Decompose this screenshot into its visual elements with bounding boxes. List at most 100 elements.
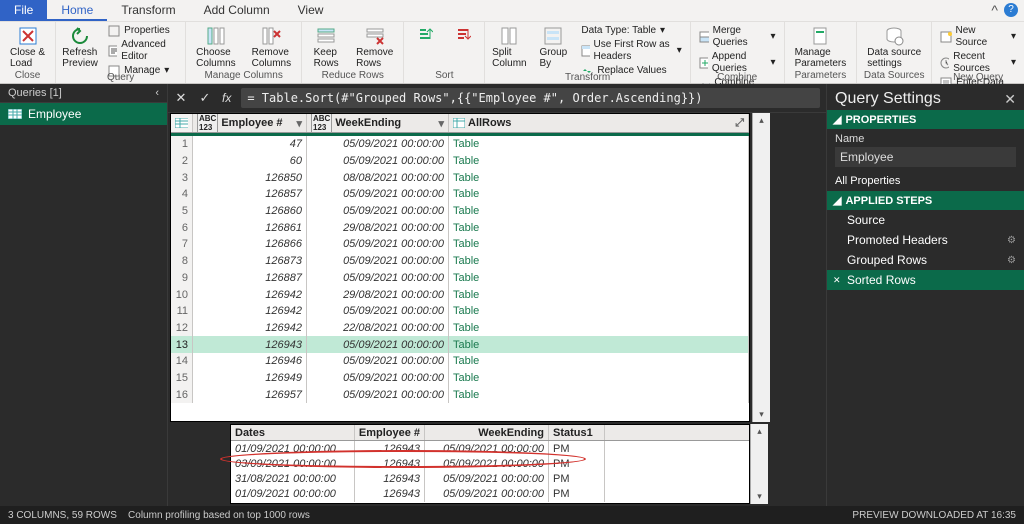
cell-weekending[interactable]: 05/09/2021 00:00:00 bbox=[307, 203, 449, 220]
table-row[interactable]: 712686605/09/2021 00:00:00Table bbox=[171, 236, 749, 253]
cell-employee[interactable]: 47 bbox=[193, 136, 307, 153]
cell-allrows[interactable]: Table bbox=[449, 286, 749, 303]
table-row[interactable]: 1512694905/09/2021 00:00:00Table bbox=[171, 370, 749, 387]
home-tab[interactable]: Home bbox=[47, 0, 107, 21]
cancel-formula-icon[interactable]: ✕ bbox=[174, 90, 188, 106]
cell-employee[interactable]: 126943 bbox=[193, 336, 307, 353]
cell-allrows[interactable]: Table bbox=[449, 153, 749, 170]
cell-weekending[interactable]: 05/09/2021 00:00:00 bbox=[307, 270, 449, 287]
queries-header[interactable]: Queries [1]‹ bbox=[0, 84, 167, 103]
table-row[interactable]: 31/08/2021 00:00:0012694305/09/2021 00:0… bbox=[231, 472, 749, 487]
cell-allrows[interactable]: Table bbox=[449, 169, 749, 186]
column-weekending[interactable]: ABC123WeekEnding▾ bbox=[307, 114, 449, 132]
cell-weekending[interactable]: 05/09/2021 00:00:00 bbox=[307, 370, 449, 387]
table-icon-header[interactable] bbox=[171, 114, 193, 132]
table-row[interactable]: 412685705/09/2021 00:00:00Table bbox=[171, 186, 749, 203]
cell-employee[interactable]: 126957 bbox=[193, 386, 307, 403]
main-grid-scrollbar[interactable]: ▴▾ bbox=[752, 113, 770, 422]
cell-dates[interactable]: 03/09/2021 00:00:00 bbox=[231, 456, 355, 471]
detail-grid-scrollbar[interactable]: ▴▾ bbox=[750, 424, 768, 504]
add-column-tab[interactable]: Add Column bbox=[190, 0, 284, 21]
table-row[interactable]: 1412694605/09/2021 00:00:00Table bbox=[171, 353, 749, 370]
cell-allrows[interactable]: Table bbox=[449, 219, 749, 236]
cell-employee[interactable]: 126887 bbox=[193, 270, 307, 287]
table-row[interactable]: 512686005/09/2021 00:00:00Table bbox=[171, 203, 749, 220]
cell-allrows[interactable]: Table bbox=[449, 336, 749, 353]
remove-columns-button[interactable]: Remove Columns bbox=[246, 24, 297, 70]
cell-allrows[interactable]: Table bbox=[449, 236, 749, 253]
cell-employee[interactable]: 126850 bbox=[193, 169, 307, 186]
detail-column-dates[interactable]: Dates bbox=[231, 425, 355, 440]
cell-employee[interactable]: 126943 bbox=[355, 487, 425, 502]
cell-status[interactable]: PM bbox=[549, 472, 605, 487]
collapse-icon[interactable]: ‹ bbox=[155, 87, 159, 99]
cell-allrows[interactable]: Table bbox=[449, 270, 749, 287]
cell-weekending[interactable]: 05/09/2021 00:00:00 bbox=[307, 236, 449, 253]
table-row[interactable]: 1012694229/08/2021 00:00:00Table bbox=[171, 286, 749, 303]
file-tab[interactable]: File bbox=[0, 0, 47, 21]
table-row[interactable]: 01/09/2021 00:00:0012694305/09/2021 00:0… bbox=[231, 487, 749, 502]
view-tab[interactable]: View bbox=[284, 0, 338, 21]
cell-status[interactable]: PM bbox=[549, 441, 605, 456]
applied-steps-section[interactable]: ◢APPLIED STEPS bbox=[827, 191, 1024, 210]
cell-weekending[interactable]: 05/09/2021 00:00:00 bbox=[307, 186, 449, 203]
cell-employee[interactable]: 126943 bbox=[355, 441, 425, 456]
table-row[interactable]: 612686129/08/2021 00:00:00Table bbox=[171, 219, 749, 236]
cell-allrows[interactable]: Table bbox=[449, 186, 749, 203]
cell-employee[interactable]: 126946 bbox=[193, 353, 307, 370]
window-chevron-icon[interactable]: ^ bbox=[985, 0, 1004, 21]
cell-weekending[interactable]: 05/09/2021 00:00:00 bbox=[307, 353, 449, 370]
merge-queries-button[interactable]: Merge Queries ▾ bbox=[695, 24, 780, 50]
table-row[interactable]: 312685008/08/2021 00:00:00Table bbox=[171, 169, 749, 186]
cell-employee[interactable]: 126942 bbox=[193, 303, 307, 320]
cell-weekending[interactable]: 29/08/2021 00:00:00 bbox=[307, 286, 449, 303]
choose-columns-button[interactable]: Choose Columns bbox=[190, 24, 241, 70]
cell-weekending[interactable]: 08/08/2021 00:00:00 bbox=[307, 169, 449, 186]
query-item-employee[interactable]: Employee bbox=[0, 103, 167, 125]
group-by-button[interactable]: Group By bbox=[533, 24, 573, 70]
table-row[interactable]: 1312694305/09/2021 00:00:00Table bbox=[171, 336, 749, 353]
cell-weekending[interactable]: 05/09/2021 00:00:00 bbox=[307, 253, 449, 270]
first-row-headers-button[interactable]: Use First Row as Headers ▾ bbox=[577, 38, 685, 64]
cell-employee[interactable]: 126943 bbox=[355, 472, 425, 487]
step-source[interactable]: Source bbox=[827, 210, 1024, 230]
step-grouped-rows[interactable]: Grouped Rows⚙ bbox=[827, 250, 1024, 270]
cell-dates[interactable]: 01/09/2021 00:00:00 bbox=[231, 487, 355, 502]
close-icon[interactable]: ✕ bbox=[1004, 91, 1016, 108]
help-icon[interactable]: ? bbox=[1004, 3, 1018, 17]
cell-allrows[interactable]: Table bbox=[449, 253, 749, 270]
remove-rows-button[interactable]: Remove Rows bbox=[350, 24, 399, 70]
sort-asc-button[interactable] bbox=[408, 24, 442, 49]
cell-allrows[interactable]: Table bbox=[449, 303, 749, 320]
cell-allrows[interactable]: Table bbox=[449, 386, 749, 403]
cell-weekending[interactable]: 05/09/2021 00:00:00 bbox=[425, 456, 549, 471]
sort-desc-button[interactable] bbox=[446, 24, 480, 49]
close-load-button[interactable]: Close & Load bbox=[4, 24, 51, 70]
cell-weekending[interactable]: 22/08/2021 00:00:00 bbox=[307, 320, 449, 337]
transform-tab[interactable]: Transform bbox=[107, 0, 189, 21]
cell-weekending[interactable]: 05/09/2021 00:00:00 bbox=[425, 441, 549, 456]
accept-formula-icon[interactable]: ✓ bbox=[198, 90, 212, 106]
table-row[interactable]: 1212694222/08/2021 00:00:00Table bbox=[171, 320, 749, 337]
cell-employee[interactable]: 126860 bbox=[193, 203, 307, 220]
detail-column-employee[interactable]: Employee # bbox=[355, 425, 425, 440]
advanced-editor-button[interactable]: Advanced Editor bbox=[104, 38, 181, 64]
query-name-input[interactable] bbox=[835, 147, 1016, 167]
cell-allrows[interactable]: Table bbox=[449, 136, 749, 153]
table-row[interactable]: 1612695705/09/2021 00:00:00Table bbox=[171, 386, 749, 403]
gear-icon[interactable]: ⚙ bbox=[1007, 235, 1016, 246]
split-column-button[interactable]: Split Column bbox=[489, 24, 529, 70]
cell-weekending[interactable]: 05/09/2021 00:00:00 bbox=[425, 472, 549, 487]
detail-column-status[interactable]: Status1 bbox=[549, 425, 605, 440]
cell-allrows[interactable]: Table bbox=[449, 353, 749, 370]
cell-employee[interactable]: 126949 bbox=[193, 370, 307, 387]
cell-employee[interactable]: 126866 bbox=[193, 236, 307, 253]
step-sorted-rows[interactable]: Sorted Rows bbox=[827, 270, 1024, 290]
table-row[interactable]: 812687305/09/2021 00:00:00Table bbox=[171, 253, 749, 270]
cell-employee[interactable]: 126942 bbox=[193, 286, 307, 303]
table-row[interactable]: 01/09/2021 00:00:0012694305/09/2021 00:0… bbox=[231, 441, 749, 456]
cell-weekending[interactable]: 05/09/2021 00:00:00 bbox=[307, 153, 449, 170]
scroll-down-icon[interactable]: ▾ bbox=[759, 409, 764, 420]
new-source-button[interactable]: New Source ▾ bbox=[936, 24, 1020, 50]
expand-icon[interactable]: ⤢ bbox=[735, 117, 744, 130]
